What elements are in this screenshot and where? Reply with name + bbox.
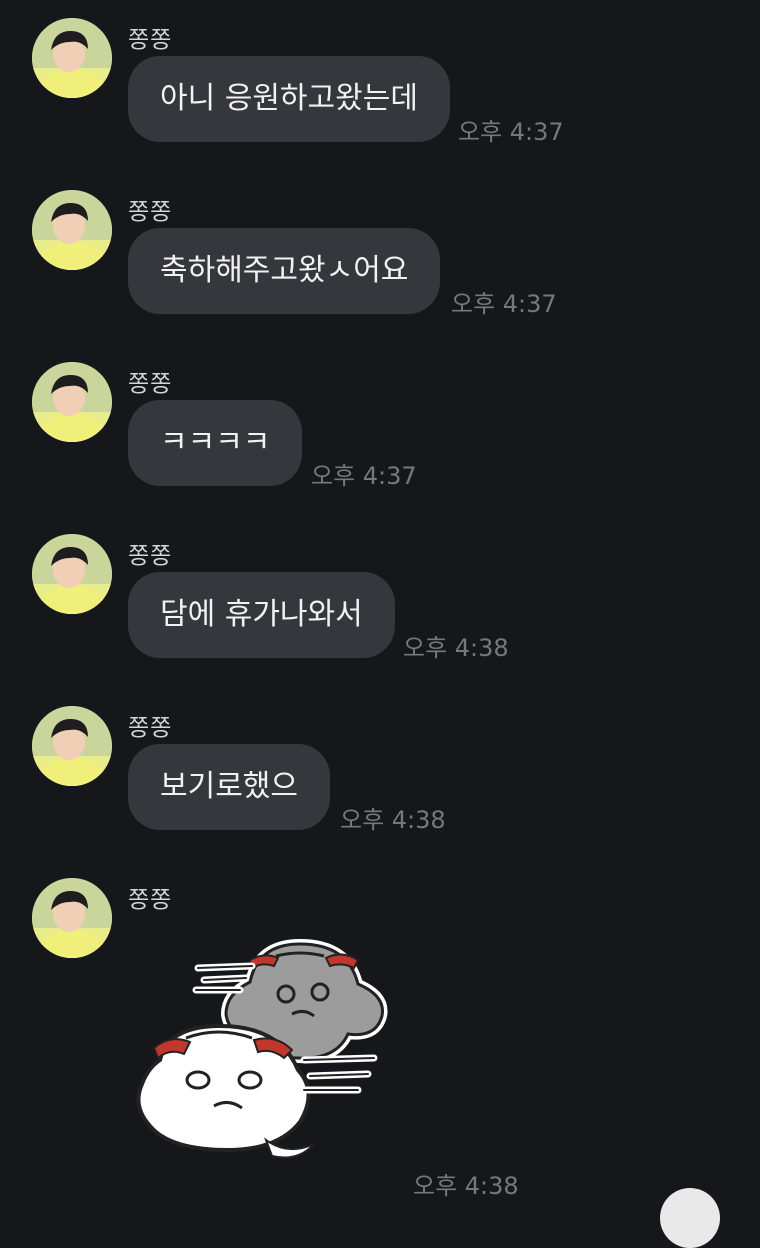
profile-photo-icon (32, 534, 112, 614)
avatar[interactable] (32, 18, 112, 98)
avatar[interactable] (32, 362, 112, 442)
message-bubble[interactable]: 아니 응원하고왔는데 (128, 56, 450, 142)
avatar[interactable] (32, 706, 112, 786)
message-bubble[interactable]: 보기로했으 (128, 744, 330, 830)
profile-photo-icon (32, 706, 112, 786)
profile-photo-icon (32, 878, 112, 958)
message-time: 오후 4:38 (403, 634, 509, 662)
sender-name: 쫑쫑 (128, 199, 173, 225)
message-time: 오후 4:37 (451, 290, 557, 318)
message-time: 오후 4:38 (340, 806, 446, 834)
sender-name: 쫑쫑 (128, 715, 173, 741)
avatar[interactable] (32, 534, 112, 614)
profile-photo-icon (32, 362, 112, 442)
avatar[interactable] (32, 878, 112, 958)
message-bubble[interactable]: 축하해주고왔ㅅ어요 (128, 228, 441, 314)
sender-name: 쫑쫑 (128, 371, 173, 397)
sender-name: 쫑쫑 (128, 543, 173, 569)
message-time: 오후 4:38 (413, 1172, 519, 1200)
dumpling-characters-sticker-icon (136, 939, 388, 1159)
sticker-message[interactable] (128, 930, 408, 1170)
scroll-down-button[interactable] (660, 1188, 720, 1248)
profile-photo-icon (32, 18, 112, 98)
profile-photo-icon (32, 190, 112, 270)
message-time: 오후 4:37 (311, 462, 417, 490)
message-bubble[interactable]: 담에 휴가나와서 (128, 572, 395, 658)
sender-name: 쫑쫑 (128, 887, 173, 913)
message-bubble[interactable]: ㅋㅋㅋㅋ (128, 400, 303, 486)
avatar[interactable] (32, 190, 112, 270)
sender-name: 쫑쫑 (128, 27, 173, 53)
message-time: 오후 4:37 (458, 118, 564, 146)
